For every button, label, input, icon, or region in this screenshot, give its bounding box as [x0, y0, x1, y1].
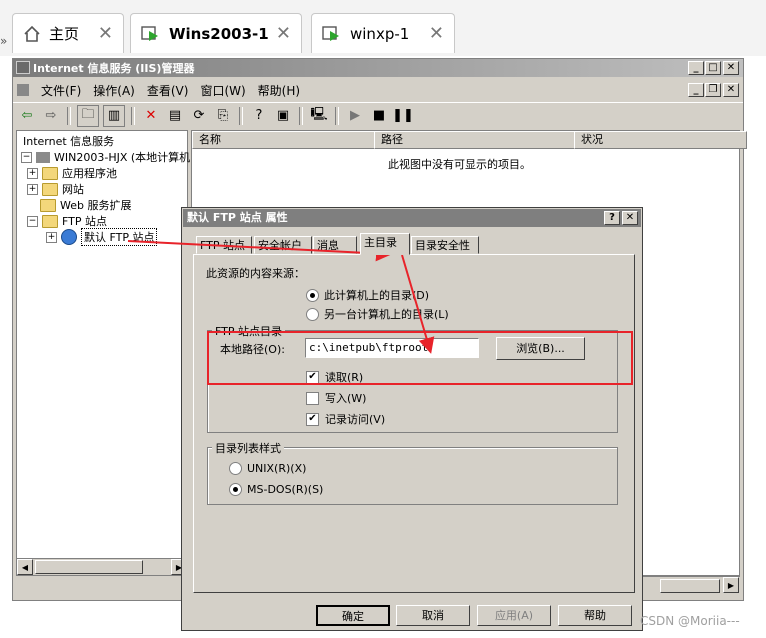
tab-home-directory[interactable]: 主目录: [360, 233, 410, 255]
watermark: CSDN @Moriia---: [640, 614, 740, 628]
annotation-arrows: [127, 240, 435, 354]
